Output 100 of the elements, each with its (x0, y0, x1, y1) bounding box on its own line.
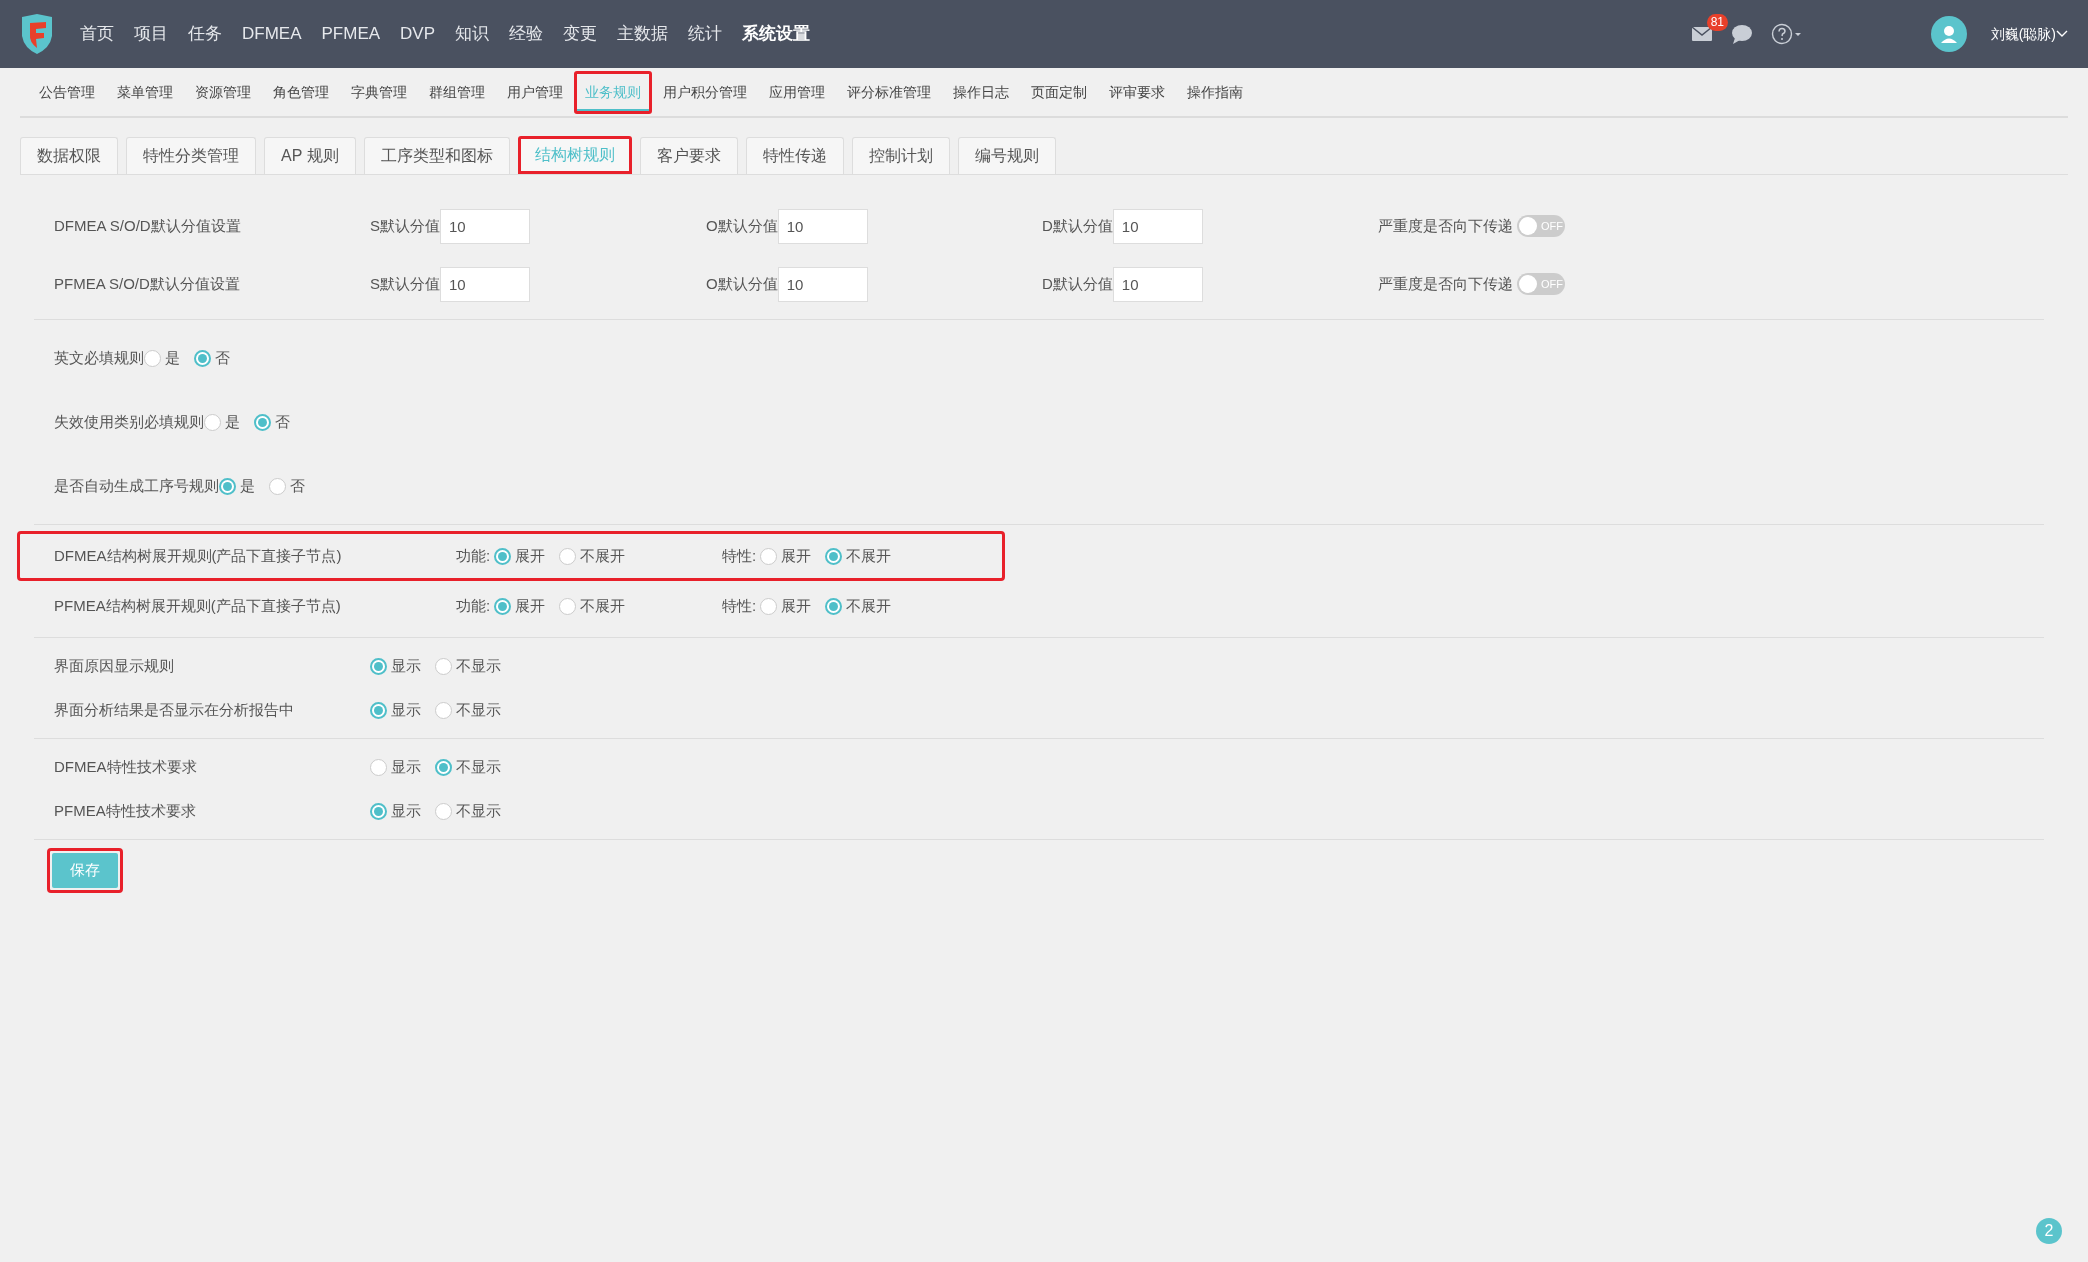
option-label: 是 (165, 347, 180, 368)
setting-label: DFMEA结构树展开规则(产品下直接子节点) (53, 545, 343, 566)
subnav-item[interactable]: 评分标准管理 (836, 70, 942, 114)
option-label: 不展开 (846, 595, 892, 616)
tab[interactable]: 编号规则 (957, 137, 1056, 174)
radio-button[interactable] (204, 413, 221, 431)
radio-button[interactable] (435, 758, 452, 776)
setting-label: PFMEA S/O/D默认分值设置 (53, 273, 241, 294)
radio-button[interactable] (825, 547, 843, 565)
tab[interactable]: 客户要求 (639, 137, 738, 174)
subnav-item[interactable]: 评审要求 (1098, 70, 1176, 114)
number-input-field[interactable]: 10 (1112, 208, 1203, 244)
subnav-item[interactable]: 页面定制 (1020, 70, 1098, 114)
nav-menu-item[interactable]: 系统设置 (732, 21, 821, 47)
subnav-item[interactable]: 菜单管理 (106, 70, 184, 114)
setting-label: 英文必填规则 (53, 347, 144, 368)
field-label: S默认分值 (370, 215, 440, 236)
subnav-item[interactable]: 操作指南 (1176, 70, 1254, 114)
user-name: 刘巍(聪脉) (1990, 24, 2056, 44)
radio-button[interactable] (370, 802, 387, 820)
subnav-item[interactable]: 应用管理 (758, 70, 836, 114)
option-label: 否 (290, 475, 305, 496)
radio-button[interactable] (494, 547, 512, 565)
avatar-icon (1930, 16, 1967, 52)
nav-menu-item[interactable]: 变更 (553, 21, 608, 47)
tab[interactable]: AP 规则 (264, 137, 356, 174)
chat-icon[interactable] (1730, 24, 1753, 44)
radio-button[interactable] (435, 701, 452, 719)
tab[interactable]: 特性分类管理 (126, 137, 256, 174)
option-label: 展开 (515, 595, 546, 616)
option-label: 不展开 (580, 545, 626, 566)
radio-button[interactable] (494, 597, 512, 615)
nav-menu-item[interactable]: DVP (390, 21, 446, 47)
option-label: 否 (275, 411, 290, 432)
shield-logo-icon (20, 14, 54, 54)
toggle-label: 严重度是否向下传递 (1378, 273, 1513, 294)
tab[interactable]: 数据权限 (20, 137, 118, 174)
setting-label: DFMEA特性技术要求 (53, 756, 198, 777)
nav-menu-item[interactable]: DFMEA (232, 21, 312, 47)
subnav-item[interactable]: 用户管理 (496, 70, 574, 114)
number-input-field[interactable]: 10 (777, 266, 868, 302)
nav-menu-item[interactable]: 任务 (178, 21, 232, 47)
radio-button[interactable] (435, 802, 452, 820)
subnav-item[interactable]: 操作日志 (942, 70, 1020, 114)
subnav-item[interactable]: 字典管理 (340, 70, 418, 114)
tab[interactable]: 工序类型和图标 (363, 137, 510, 174)
chevron-down-icon[interactable] (2056, 30, 2068, 38)
help-icon[interactable] (1770, 23, 1801, 45)
radio-button[interactable] (370, 758, 387, 776)
option-label: 不显示 (456, 800, 501, 821)
option-label: 显示 (391, 699, 421, 720)
setting-label: 界面原因显示规则 (53, 655, 175, 676)
radio-button[interactable] (760, 547, 778, 565)
option-label: 是 (225, 411, 240, 432)
nav-menu-item[interactable]: 统计 (678, 21, 733, 47)
option-label: 显示 (391, 655, 421, 676)
option-label: 不显示 (456, 756, 501, 777)
number-input-field[interactable]: 10 (440, 208, 530, 244)
radio-button[interactable] (559, 547, 577, 565)
subnav-item[interactable]: 资源管理 (184, 70, 262, 114)
subnav-item[interactable]: 角色管理 (262, 70, 340, 114)
option-label: 显示 (391, 756, 421, 777)
tab[interactable]: 特性传递 (745, 137, 844, 174)
subnav-item[interactable]: 群组管理 (418, 70, 496, 114)
radio-button[interactable] (370, 657, 387, 675)
subnav-item[interactable]: 公告管理 (28, 70, 106, 114)
number-input-field[interactable]: 10 (777, 208, 868, 244)
radio-button[interactable] (219, 477, 236, 495)
group-label: 特性: (722, 595, 757, 616)
group-label: 功能: (456, 595, 491, 616)
radio-button[interactable] (254, 413, 271, 431)
tab[interactable]: 控制计划 (851, 137, 950, 174)
subnav-item[interactable]: 用户积分管理 (652, 70, 758, 114)
option-label: 展开 (781, 545, 812, 566)
setting-label: DFMEA S/O/D默认分值设置 (53, 215, 242, 236)
nav-menu-item[interactable]: 经验 (499, 21, 554, 47)
radio-button[interactable] (825, 597, 843, 615)
radio-button[interactable] (269, 477, 286, 495)
nav-menu-item[interactable]: 首页 (70, 21, 124, 47)
nav-menu-item[interactable]: PFMEA (311, 21, 391, 47)
option-label: 是 (240, 475, 255, 496)
number-input-field[interactable]: 10 (440, 266, 530, 302)
setting-label: PFMEA特性技术要求 (53, 800, 197, 821)
nav-menu-item[interactable]: 项目 (124, 21, 178, 47)
radio-button[interactable] (559, 597, 577, 615)
nav-menu-item[interactable]: 主数据 (607, 21, 679, 47)
field-label: O默认分值 (706, 215, 778, 236)
radio-button[interactable] (144, 349, 161, 367)
field-label: S默认分值 (370, 273, 440, 294)
radio-button[interactable] (370, 701, 387, 719)
field-label: D默认分值 (1042, 273, 1113, 294)
option-label: 不展开 (580, 595, 626, 616)
number-input-field[interactable]: 10 (1112, 266, 1203, 302)
option-label: 否 (215, 347, 230, 368)
radio-button[interactable] (760, 597, 778, 615)
mail-icon[interactable] (1690, 26, 1713, 42)
radio-button[interactable] (435, 657, 452, 675)
option-label: 显示 (391, 800, 421, 821)
radio-button[interactable] (194, 349, 211, 367)
nav-menu-item[interactable]: 知识 (445, 21, 500, 47)
